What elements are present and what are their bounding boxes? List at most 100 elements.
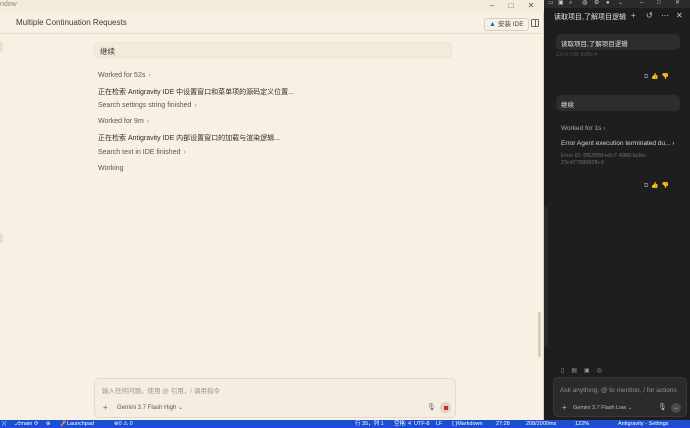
- remote-icon[interactable]: ⟩⟨: [2, 420, 6, 428]
- worked-toggle-2[interactable]: Worked for 9m ›: [98, 118, 149, 125]
- tool-call-label: Search text in IDE finished: [98, 149, 181, 156]
- cursor-position[interactable]: 行 35，列 1: [355, 420, 384, 428]
- side-worked-toggle[interactable]: Worked for 1s ›: [561, 125, 605, 132]
- title-bar: ndow – □ ✕: [0, 0, 544, 12]
- conversation-title: Multiple Continuation Requests: [16, 18, 127, 27]
- chevron-down-icon[interactable]: ⌄: [618, 0, 623, 7]
- error-id-line-2: 23c47788882fb-9: [561, 160, 604, 166]
- microphone-icon[interactable]: 🎙: [427, 403, 436, 411]
- error-text: Error Agent execution terminated du...: [561, 140, 671, 147]
- chevron-right-icon: ›: [148, 72, 151, 79]
- side-user-message: 读取项目,了解项目逻辑: [556, 34, 680, 50]
- chevron-right-icon: ›: [603, 125, 606, 132]
- layout-icon[interactable]: ▤: [571, 368, 584, 374]
- composer-input[interactable]: 输入任何问题。使用 @ 引用，/ 调用指令: [102, 385, 220, 395]
- error-icon[interactable]: ⊗: [46, 420, 51, 428]
- more-icon[interactable]: ⋯: [661, 11, 669, 20]
- thumbs-up-icon[interactable]: 👍: [651, 74, 661, 80]
- tool-call-1[interactable]: Search settings string finished ›: [98, 102, 197, 109]
- image-icon[interactable]: ▣: [584, 368, 597, 374]
- close-panel-icon[interactable]: ✕: [676, 11, 683, 20]
- status-bar: ⟩⟨ ⎇ main ⟳ ⊗ 🚀 Launchpad ⊗ 0 ⚠ 0 行 35，列…: [0, 420, 690, 428]
- chevron-right-icon: ›: [146, 118, 150, 125]
- layout-icon[interactable]: ▭: [548, 0, 554, 7]
- model-selector[interactable]: Gemini 3.7 Flash High ⌄: [117, 404, 183, 411]
- step-text: 正在检索 Antigravity IDE 中设置窗口和菜单项的源码定义位置...: [98, 89, 295, 96]
- account-icon[interactable]: ◍: [582, 0, 587, 7]
- edge-handle[interactable]: [0, 42, 3, 52]
- line-ending[interactable]: LF: [436, 420, 442, 428]
- send-icon[interactable]: →: [671, 403, 681, 413]
- side-composer[interactable]: Ask anything, @ to mention, / for action…: [553, 377, 687, 417]
- install-ide-button[interactable]: ▲ 安装 IDE: [484, 18, 529, 31]
- search-icon[interactable]: ⌕: [569, 0, 572, 7]
- encoding[interactable]: UTF-8: [414, 420, 430, 428]
- settings-icon[interactable]: ⚙: [594, 0, 599, 7]
- toggle-panel-icon[interactable]: [531, 19, 539, 27]
- zoom-level[interactable]: 122%: [575, 420, 589, 428]
- model-label: Gemini 3.7 Flash High: [117, 405, 177, 411]
- model-label: Gemini 3.7 Flash Low: [573, 405, 627, 411]
- edge-handle[interactable]: [0, 233, 3, 243]
- add-context-icon[interactable]: +: [562, 403, 567, 412]
- launchpad-item[interactable]: 🚀 Launchpad: [60, 420, 94, 428]
- file-icon[interactable]: ▯: [561, 368, 571, 374]
- add-context-icon[interactable]: +: [103, 403, 108, 412]
- avatar-icon[interactable]: ●: [606, 0, 610, 7]
- worked-label: Worked for 1s: [561, 125, 602, 132]
- close-icon[interactable]: ✕: [675, 0, 680, 7]
- thumbs-down-icon[interactable]: 👎: [662, 183, 672, 189]
- thumbs-up-icon[interactable]: 👍: [651, 183, 661, 189]
- close-icon[interactable]: ✕: [525, 1, 537, 11]
- language-mode[interactable]: { } Markdown: [452, 420, 483, 428]
- user-message-text: 继续: [100, 47, 115, 56]
- chat-window: ndow – □ ✕ Multiple Continuation Request…: [0, 0, 544, 420]
- message-actions: ⧉👍👎: [644, 182, 672, 190]
- worked-label: Worked for 9m: [98, 118, 144, 125]
- branch-label: main: [20, 421, 33, 427]
- indentation[interactable]: 空格: 4: [394, 420, 411, 428]
- launchpad-label: Launchpad: [66, 421, 95, 427]
- scrollbar[interactable]: [538, 312, 541, 357]
- maximize-icon[interactable]: □: [657, 0, 661, 7]
- problems-label: 0 ⚠ 0: [118, 421, 133, 427]
- chat-header: Multiple Continuation Requests: [0, 14, 544, 34]
- working-indicator: Working: [98, 165, 124, 172]
- worked-label: Worked for 52s: [98, 72, 146, 79]
- side-user-message-text: 读取项目,了解项目逻辑: [561, 41, 628, 48]
- panel-top-strip: ▭ ▣ ⌕ ◍ ⚙ ● ⌄ – □ ✕: [544, 0, 690, 8]
- tool-call-2[interactable]: Search text in IDE finished ›: [98, 149, 186, 156]
- maximize-icon[interactable]: □: [505, 1, 517, 11]
- branch-name[interactable]: ⎇ main: [14, 420, 32, 428]
- layout-icon[interactable]: ▣: [558, 0, 564, 7]
- side-model-selector[interactable]: Gemini 3.7 Flash Low ⌄: [573, 405, 632, 411]
- step-text: 正在检索 Antigravity IDE 内部设置窗口的加载与渲染逻辑...: [98, 135, 281, 142]
- problems-indicator[interactable]: ⊗ 0 ⚠ 0: [114, 420, 133, 428]
- chevron-right-icon: ›: [183, 149, 186, 156]
- minimize-icon[interactable]: –: [640, 0, 643, 7]
- new-chat-icon[interactable]: +: [631, 11, 636, 20]
- user-message: 继续: [94, 42, 452, 58]
- minimize-icon[interactable]: –: [486, 1, 498, 11]
- language-label: Markdown: [457, 421, 483, 427]
- faded-id-text: 23c4-7d8 8c8b-4: [556, 52, 598, 58]
- panel-title: 读取项目,了解项目逻辑: [554, 14, 626, 21]
- chevron-right-icon: ›: [672, 140, 675, 147]
- agent-step-text: 正在检索 Antigravity IDE 中设置窗口和菜单项的源码定义位置...: [98, 87, 294, 97]
- install-ide-label: 安装 IDE: [497, 21, 524, 28]
- worked-toggle-1[interactable]: Worked for 52s ›: [98, 72, 151, 79]
- brain-icon[interactable]: ◎: [597, 368, 609, 374]
- error-toggle[interactable]: Error Agent execution terminated du... ›: [561, 140, 674, 147]
- thumbs-down-icon[interactable]: 👎: [662, 74, 672, 80]
- stop-button[interactable]: [440, 402, 451, 413]
- app-root: ndow – □ ✕ Multiple Continuation Request…: [0, 0, 690, 428]
- tool-call-label: Search settings string finished: [98, 102, 192, 109]
- side-composer-input[interactable]: Ask anything, @ to mention, / for action…: [560, 387, 677, 394]
- agent-side-panel: ▭ ▣ ⌕ ◍ ⚙ ● ⌄ – □ ✕ 读取项目,了解项目逻辑 + ↺ ⋯ ✕ …: [544, 0, 690, 420]
- chat-composer[interactable]: 输入任何问题。使用 @ 引用，/ 调用指令 + Gemini 3.7 Flash…: [94, 378, 456, 418]
- history-icon[interactable]: ↺: [646, 11, 653, 20]
- working-label: Working: [98, 165, 124, 172]
- microphone-icon[interactable]: 🎙: [658, 403, 667, 411]
- panel-header: 读取项目,了解项目逻辑 + ↺ ⋯ ✕: [544, 8, 690, 26]
- sync-icon[interactable]: ⟳: [34, 420, 39, 428]
